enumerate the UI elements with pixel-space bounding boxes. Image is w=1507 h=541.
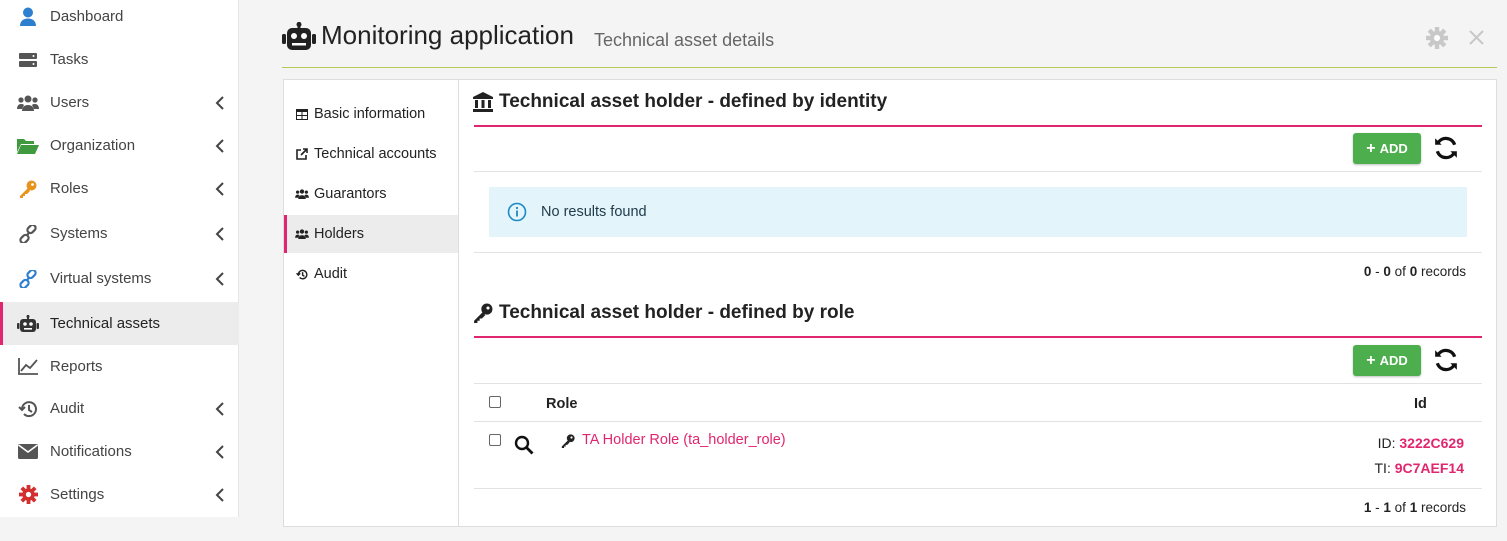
sidebar-item-label: Systems — [50, 225, 108, 242]
chevron-left-icon — [215, 488, 224, 502]
tab-label: Guarantors — [314, 186, 387, 202]
user-icon — [17, 7, 39, 27]
tab-audit[interactable]: Audit — [284, 255, 458, 293]
chevron-left-icon — [215, 272, 224, 286]
key-icon — [17, 179, 39, 199]
tab-basic-information[interactable]: Basic information — [284, 95, 458, 133]
info-circle-icon — [507, 202, 527, 222]
chevron-left-icon — [215, 96, 224, 110]
sidebar-item-label: Virtual systems — [50, 270, 152, 287]
role-section-title: Technical asset holder - defined by role — [473, 302, 854, 324]
sidebar-item-technical-assets[interactable]: Technical assets — [0, 302, 239, 345]
sidebar-item-roles[interactable]: Roles — [0, 167, 239, 210]
virtual-link-icon — [17, 269, 39, 289]
robot-icon — [17, 314, 39, 334]
sidebar-item-label: Users — [50, 94, 90, 111]
section-divider — [474, 336, 1482, 338]
users-icon — [295, 227, 309, 241]
sidebar-item-organization[interactable]: Organization — [0, 124, 239, 167]
tab-label: Holders — [314, 226, 364, 242]
tab-holders[interactable]: Holders — [284, 215, 458, 253]
sidebar-item-tasks[interactable]: Tasks — [0, 38, 239, 81]
divider — [474, 383, 1482, 384]
search-icon[interactable] — [514, 435, 534, 455]
building-icon — [473, 92, 493, 112]
sidebar-item-settings[interactable]: Settings — [0, 473, 239, 516]
gear-icon[interactable] — [1426, 27, 1448, 49]
close-icon[interactable] — [1468, 29, 1485, 46]
column-header-role[interactable]: Role — [546, 396, 577, 412]
section-divider — [474, 125, 1482, 127]
chevron-left-icon — [215, 402, 224, 416]
detail-panel: Basic information Technical accounts Gua… — [283, 79, 1497, 527]
record-count: 1 - 1 of 1 records — [1363, 500, 1466, 515]
sidebar-item-systems[interactable]: Systems — [0, 212, 239, 255]
sidebar-item-label: Organization — [50, 137, 136, 154]
chevron-left-icon — [215, 445, 224, 459]
cog-icon — [17, 485, 39, 505]
id-value[interactable]: 3222C629 — [1399, 435, 1464, 451]
external-link-icon — [295, 147, 309, 161]
divider — [474, 252, 1482, 253]
ti-value[interactable]: 9C7AEF14 — [1395, 460, 1464, 476]
folder-open-icon — [17, 136, 39, 156]
select-all-checkbox[interactable] — [489, 396, 501, 408]
tab-label: Audit — [314, 266, 348, 282]
tab-technical-accounts[interactable]: Technical accounts — [284, 135, 458, 173]
sidebar-item-audit[interactable]: Audit — [0, 387, 239, 430]
add-role-holder-button[interactable]: + ADD — [1353, 345, 1421, 376]
add-identity-holder-button[interactable]: + ADD — [1353, 133, 1421, 164]
sidebar: Dashboard Tasks Users Organization Roles… — [0, 0, 239, 517]
header-divider — [282, 67, 1497, 68]
column-header-id[interactable]: Id — [1414, 396, 1427, 412]
divider — [474, 421, 1482, 422]
line-chart-icon — [17, 357, 39, 377]
tab-list: Basic information Technical accounts Gua… — [284, 80, 459, 526]
record-count: 0 - 0 of 0 records — [1363, 264, 1466, 279]
sidebar-item-dashboard[interactable]: Dashboard — [0, 0, 239, 38]
link-icon — [17, 224, 39, 244]
role-link[interactable]: TA Holder Role (ta_holder_role) — [582, 432, 786, 448]
robot-icon — [282, 22, 316, 50]
divider — [474, 488, 1482, 489]
tab-guarantors[interactable]: Guarantors — [284, 175, 458, 213]
sidebar-item-virtual-systems[interactable]: Virtual systems — [0, 257, 239, 300]
no-results-alert: No results found — [489, 187, 1467, 237]
tab-label: Basic information — [314, 106, 426, 122]
row-id: ID: 3222C629 — [1377, 435, 1464, 451]
key-icon — [561, 434, 575, 448]
history-icon — [295, 267, 309, 281]
chevron-left-icon — [215, 139, 224, 153]
row-ti: TI: 9C7AEF14 — [1374, 460, 1465, 476]
sidebar-item-reports[interactable]: Reports — [0, 345, 239, 388]
sidebar-item-label: Reports — [50, 358, 103, 375]
key-icon — [474, 303, 493, 323]
refresh-icon[interactable] — [1433, 135, 1459, 161]
sidebar-item-label: Notifications — [50, 443, 132, 460]
tab-label: Technical accounts — [314, 146, 437, 162]
chevron-left-icon — [215, 182, 224, 196]
page-subtitle: Technical asset details — [594, 30, 775, 50]
envelope-icon — [17, 442, 39, 462]
history-icon — [17, 399, 39, 419]
table-icon — [295, 107, 309, 121]
row-checkbox[interactable] — [489, 434, 501, 446]
users-icon — [295, 187, 309, 201]
sidebar-item-label: Roles — [50, 180, 89, 197]
sidebar-item-users[interactable]: Users — [0, 81, 239, 124]
sidebar-item-label: Dashboard — [50, 8, 124, 25]
sidebar-item-notifications[interactable]: Notifications — [0, 430, 239, 473]
sidebar-item-label: Tasks — [50, 51, 89, 68]
tasks-icon — [17, 50, 39, 70]
chevron-left-icon — [215, 227, 224, 241]
users-icon — [17, 93, 39, 113]
identity-section-title: Technical asset holder - defined by iden… — [473, 91, 887, 113]
sidebar-item-label: Settings — [50, 486, 105, 503]
divider — [474, 171, 1482, 172]
page-title: Monitoring application — [321, 20, 574, 50]
sidebar-item-label: Audit — [50, 400, 85, 417]
sidebar-item-label: Technical assets — [50, 315, 161, 332]
refresh-icon[interactable] — [1433, 347, 1459, 373]
